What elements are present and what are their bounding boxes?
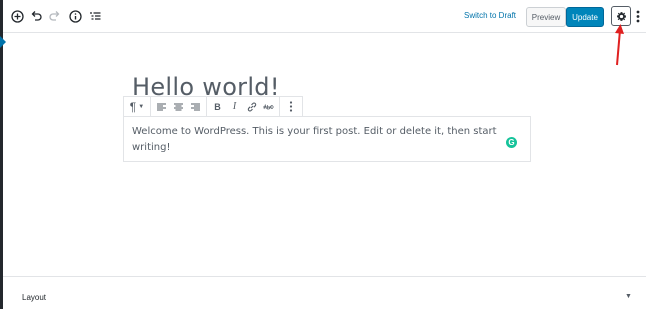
editor-header: Switch to Draft Preview Update — [3, 0, 646, 33]
block-settings-group — [280, 97, 301, 116]
preview-button[interactable]: Preview — [526, 7, 566, 27]
switch-to-draft-link[interactable]: Switch to Draft — [464, 11, 516, 20]
admin-sidebar-edge — [0, 0, 6, 309]
strikethrough-icon[interactable] — [260, 98, 277, 115]
block-toolbar: ¶ ▼ B I — [123, 96, 303, 117]
gear-icon — [616, 11, 626, 21]
paragraph-text[interactable]: Welcome to WordPress. This is your first… — [132, 124, 504, 156]
update-button[interactable]: Update — [566, 7, 604, 27]
add-block-icon[interactable] — [9, 8, 25, 24]
layout-label: Layout — [22, 293, 47, 302]
info-icon[interactable] — [67, 8, 83, 24]
grammarly-icon[interactable]: G — [506, 137, 517, 148]
outline-icon[interactable] — [87, 8, 103, 24]
annotation-arrow — [615, 24, 624, 66]
paragraph-block[interactable]: Welcome to WordPress. This is your first… — [123, 116, 531, 162]
align-left-icon[interactable] — [153, 98, 170, 115]
sidebar-active-notch — [0, 36, 6, 48]
layout-panel[interactable]: Layout ▼ — [3, 276, 646, 310]
block-switcher[interactable]: ¶ ▼ — [124, 97, 151, 116]
alignment-group — [151, 97, 207, 116]
block-more-vertical-icon[interactable] — [282, 98, 299, 115]
redo-icon[interactable] — [47, 8, 63, 24]
more-vertical-icon[interactable] — [635, 9, 641, 23]
chevron-down-icon[interactable]: ▼ — [625, 293, 632, 300]
undo-icon[interactable] — [28, 8, 44, 24]
align-center-icon[interactable] — [170, 98, 187, 115]
formatting-group: B I — [207, 97, 280, 116]
bold-icon[interactable]: B — [209, 98, 226, 115]
paragraph-icon[interactable]: ¶ ▼ — [126, 98, 148, 115]
italic-icon[interactable]: I — [226, 98, 243, 115]
align-right-icon[interactable] — [187, 98, 204, 115]
link-icon[interactable] — [243, 98, 260, 115]
